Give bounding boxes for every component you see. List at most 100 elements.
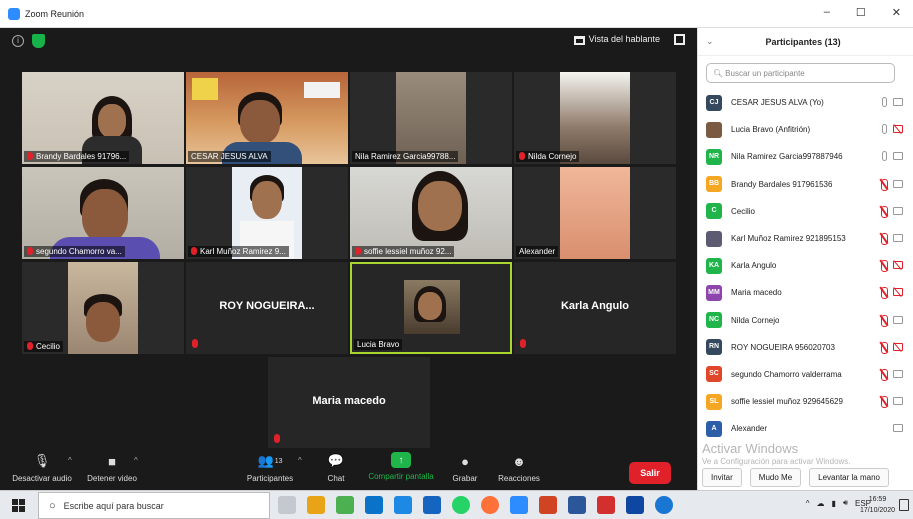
- whatsapp-icon[interactable]: [452, 496, 470, 514]
- participant-row[interactable]: CJ CESAR JESUS ALVA (Yo): [698, 89, 913, 116]
- cloud-icon[interactable]: ☁: [817, 499, 825, 508]
- edge-icon[interactable]: [365, 496, 383, 514]
- participants-icon: 👥 13: [257, 453, 283, 468]
- share-screen-icon: ↑: [391, 452, 411, 468]
- meeting-toolbar: 🎙 Desactivar audio ^ ■ Detener video ^ 👥…: [0, 448, 697, 490]
- video-camera-icon: [893, 397, 903, 406]
- mute-me-button[interactable]: Mudo Me: [749, 467, 802, 487]
- window-titlebar: Zoom Reunión – ☐ ✕: [0, 0, 913, 28]
- avatar: CJ: [706, 94, 722, 111]
- meeting-info-icon[interactable]: i: [12, 35, 24, 47]
- tile-name: CESAR JESUS ALVA: [191, 152, 268, 161]
- video-tile[interactable]: segundo Chamorro va...: [22, 167, 184, 259]
- audio-options-caret-icon[interactable]: ^: [68, 456, 72, 465]
- network-icon[interactable]: ▮: [832, 499, 836, 508]
- speaker-view-button[interactable]: Vista del hablante: [573, 34, 660, 45]
- participant-row[interactable]: SL soffie lessiel muñoz 929645629: [698, 388, 913, 415]
- reactions-button[interactable]: ☻ Reacciones: [496, 452, 542, 484]
- tile-name: Brandy Bardales 91796...: [36, 152, 127, 161]
- participant-row[interactable]: NR Nila Ramirez Garcia997887946: [698, 143, 913, 170]
- internet-explorer-icon[interactable]: [655, 496, 673, 514]
- video-tile[interactable]: ROY NOGUEIRA...: [186, 262, 348, 354]
- notifications-icon[interactable]: [899, 499, 909, 511]
- participant-row[interactable]: SC segundo Chamorro valderrama: [698, 361, 913, 388]
- minimize-button[interactable]: –: [824, 6, 830, 19]
- share-screen-button[interactable]: ↑ Compartir pantalla: [366, 452, 436, 481]
- close-button[interactable]: ✕: [892, 6, 901, 19]
- video-tile[interactable]: Brandy Bardales 91796...: [22, 72, 184, 164]
- participant-row[interactable]: KA Karla Angulo: [698, 252, 913, 279]
- participant-row[interactable]: Lucia Bravo (Anfitrión): [698, 116, 913, 143]
- participants-options-caret-icon[interactable]: ^: [298, 456, 302, 465]
- video-tile[interactable]: Alexander: [514, 167, 676, 259]
- firefox-icon[interactable]: [481, 496, 499, 514]
- tile-name: ROY NOGUEIRA...: [219, 300, 315, 312]
- leave-meeting-button[interactable]: Salir: [629, 462, 671, 484]
- photos-icon[interactable]: [626, 496, 644, 514]
- maximize-button[interactable]: ☐: [856, 6, 866, 19]
- clock[interactable]: 16:59 17/10/2020: [860, 494, 895, 516]
- video-off-icon: [893, 261, 903, 270]
- record-button[interactable]: ● Grabar: [448, 452, 482, 484]
- fullscreen-icon[interactable]: [674, 34, 685, 45]
- powerpoint-icon[interactable]: [539, 496, 557, 514]
- chrome-icon[interactable]: [336, 496, 354, 514]
- video-off-icon: [893, 125, 903, 134]
- chat-button[interactable]: 💬 Chat: [320, 452, 352, 483]
- participant-row[interactable]: NC Nilda Cornejo: [698, 307, 913, 334]
- video-tile-active-speaker[interactable]: Lucia Bravo: [350, 262, 512, 354]
- tile-name: Maria macedo: [312, 395, 386, 407]
- video-options-caret-icon[interactable]: ^: [134, 456, 138, 465]
- video-tile[interactable]: CESAR JESUS ALVA: [186, 72, 348, 164]
- participants-button[interactable]: 👥 13 Participantes ^: [240, 452, 302, 483]
- participant-name: segundo Chamorro valderrama: [731, 369, 842, 379]
- meeting-topbar: i Vista del hablante: [0, 28, 697, 54]
- mail-icon[interactable]: [423, 496, 441, 514]
- zoom-taskbar-icon[interactable]: [510, 496, 528, 514]
- tile-name: Karl Muñoz Ramirez 9...: [200, 247, 286, 256]
- file-explorer-icon[interactable]: [307, 496, 325, 514]
- participant-name: Brandy Bardales 917961536: [731, 179, 833, 189]
- encryption-shield-icon[interactable]: [32, 34, 45, 48]
- video-tile[interactable]: Nila Ramirez Garcia99788...: [350, 72, 512, 164]
- participant-name: soffie lessiel muñoz 929645629: [731, 397, 843, 407]
- stop-video-button[interactable]: ■ Detener video ^: [82, 452, 142, 484]
- avatar: [706, 230, 722, 247]
- video-tile[interactable]: Maria macedo: [268, 357, 430, 449]
- store-icon[interactable]: [394, 496, 412, 514]
- participant-row[interactable]: C Cecilio: [698, 198, 913, 225]
- windows-start-icon[interactable]: [12, 499, 25, 512]
- video-camera-icon: ■: [108, 453, 116, 469]
- search-icon: ○: [49, 499, 56, 512]
- participant-row[interactable]: BB Brandy Bardales 917961536: [698, 171, 913, 198]
- participant-row[interactable]: A Alexander: [698, 415, 913, 442]
- taskbar-search-input[interactable]: ○ Escribe aquí para buscar: [38, 492, 270, 519]
- volume-icon[interactable]: 🔊︎: [843, 498, 848, 508]
- participant-name: Lucia Bravo (Anfitrión): [731, 125, 811, 135]
- microphone-icon: [882, 97, 887, 107]
- pdf-reader-icon[interactable]: [597, 496, 615, 514]
- invite-button[interactable]: Invitar: [702, 467, 742, 487]
- muted-mic-icon: [520, 339, 526, 348]
- panel-footer: Invitar Mudo Me Levantar la mano: [698, 465, 913, 489]
- participant-row[interactable]: RN ROY NOGUEIRA 956020703: [698, 334, 913, 361]
- video-tile[interactable]: Cecilio: [22, 262, 184, 354]
- chevron-up-icon[interactable]: ^: [806, 499, 810, 508]
- muted-mic-icon: [27, 342, 33, 350]
- video-tile[interactable]: Nilda Cornejo: [514, 72, 676, 164]
- participant-search-input[interactable]: 🔍︎ Buscar un participante: [706, 63, 895, 83]
- word-icon[interactable]: [568, 496, 586, 514]
- video-tile[interactable]: Karl Muñoz Ramirez 9...: [186, 167, 348, 259]
- tile-name: soffie lessiel muñoz 92...: [364, 247, 452, 256]
- chevron-down-icon[interactable]: ⌄: [706, 36, 714, 47]
- muted-mic-icon: [880, 341, 888, 354]
- raise-hand-button[interactable]: Levantar la mano: [809, 467, 889, 487]
- participant-row[interactable]: Karl Muñoz Ramirez 921895153: [698, 225, 913, 252]
- video-tile[interactable]: soffie lessiel muñoz 92...: [350, 167, 512, 259]
- video-tile[interactable]: Karla Angulo: [514, 262, 676, 354]
- mute-audio-button[interactable]: 🎙 Desactivar audio ^: [10, 452, 74, 483]
- microphone-icon: 🎙: [33, 453, 51, 468]
- video-camera-icon: [893, 233, 903, 242]
- task-view-icon[interactable]: [278, 496, 296, 514]
- participant-row[interactable]: MM Maria macedo: [698, 279, 913, 306]
